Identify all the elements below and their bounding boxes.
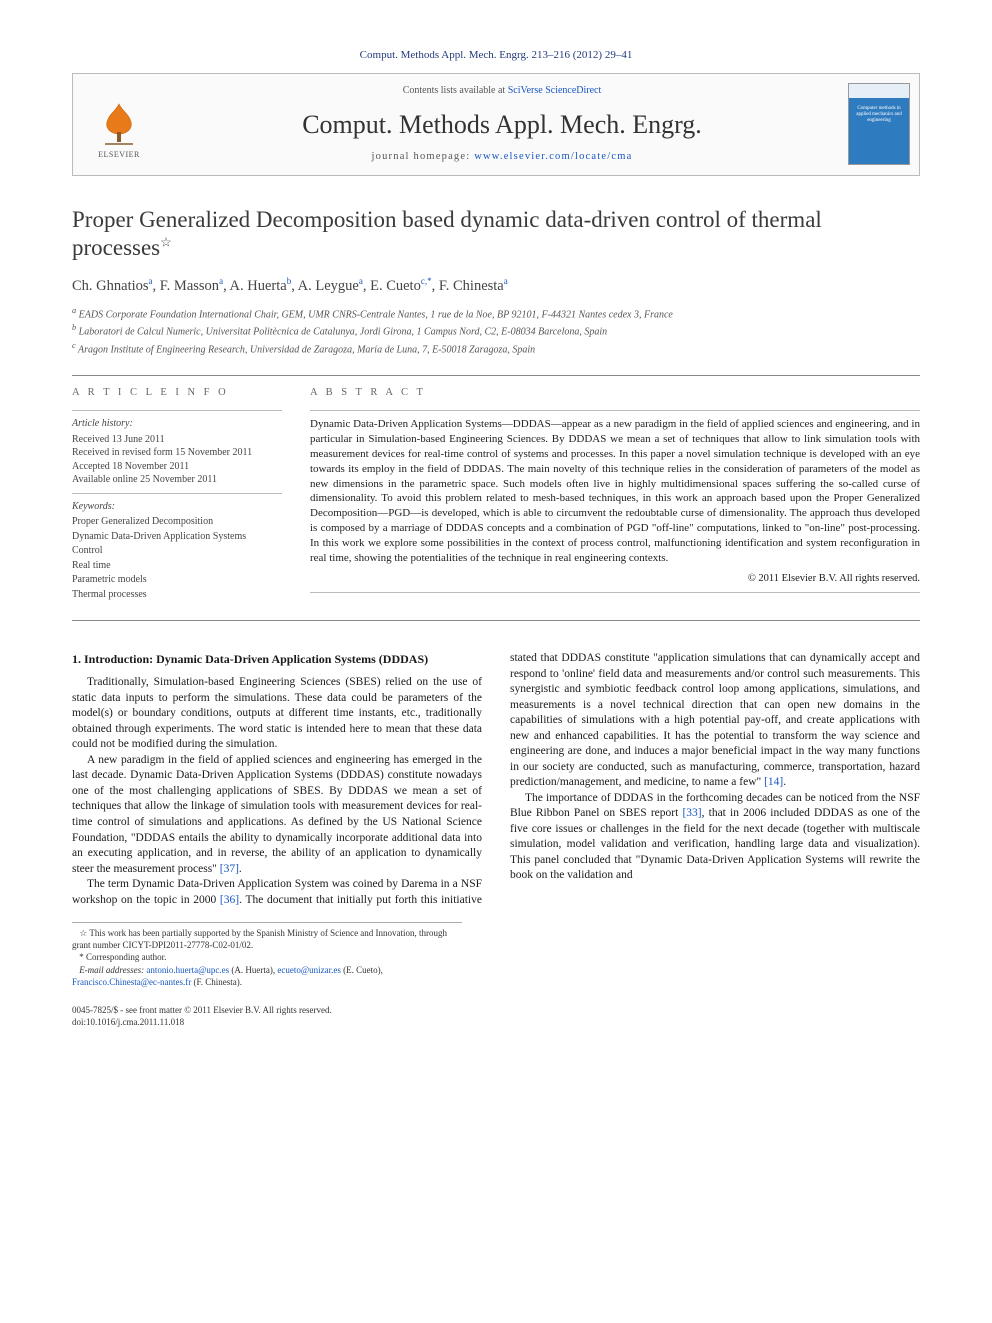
- abstract-copyright: © 2011 Elsevier B.V. All rights reserved…: [310, 572, 920, 586]
- paragraph: Traditionally, Simulation-based Engineer…: [72, 675, 482, 753]
- elsevier-tree-icon: [95, 100, 143, 148]
- keyword: Thermal processes: [72, 588, 282, 602]
- authors-line: Ch. Ghnatiosa, F. Massona, A. Huertab, A…: [72, 275, 920, 296]
- author-6-aff: a: [504, 276, 508, 286]
- journal-cover-cell: Computer methods in applied mechanics an…: [839, 74, 919, 175]
- author-4-aff: a: [359, 276, 363, 286]
- doi-line: doi:10.1016/j.cma.2011.11.018: [72, 1016, 920, 1028]
- journal-homepage-link[interactable]: www.elsevier.com/locate/cma: [474, 151, 632, 162]
- contents-available-line: Contents lists available at SciVerse Sci…: [403, 84, 602, 98]
- email-footnote: E-mail addresses: antonio.huerta@upc.es …: [72, 964, 462, 988]
- keywords-label: Keywords:: [72, 500, 282, 514]
- paragraph: A new paradigm in the field of applied s…: [72, 753, 482, 877]
- corresponding-marker: *: [427, 276, 432, 286]
- journal-cover-thumbnail: Computer methods in applied mechanics an…: [848, 83, 910, 165]
- affiliations: a EADS Corporate Foundation Internationa…: [72, 305, 920, 357]
- affiliation-b: b Laboratori de Calcul Numeric, Universi…: [72, 322, 920, 339]
- citation-link[interactable]: [37]: [220, 863, 239, 875]
- divider: [72, 375, 920, 376]
- keyword: Proper Generalized Decomposition: [72, 515, 282, 529]
- cover-text: Computer methods in applied mechanics an…: [853, 106, 905, 124]
- article-history: Article history: Received 13 June 2011 R…: [72, 417, 282, 487]
- citation-link[interactable]: [36]: [220, 894, 239, 906]
- funding-footnote: ☆ This work has been partially supported…: [72, 927, 462, 951]
- title-footnote-marker: ☆: [160, 235, 172, 250]
- elsevier-logo: ELSEVIER: [87, 87, 151, 161]
- history-label: Article history:: [72, 417, 282, 431]
- author-3: A. Huerta: [230, 278, 287, 294]
- keyword: Parametric models: [72, 573, 282, 587]
- author-6: F. Chinesta: [439, 278, 504, 294]
- author-4: A. Leygue: [298, 278, 359, 294]
- divider: [72, 620, 920, 621]
- paragraph: The importance of DDDAS in the forthcomi…: [510, 791, 920, 884]
- history-received: Received 13 June 2011: [72, 433, 282, 447]
- article-info-heading: A R T I C L E I N F O: [72, 386, 282, 400]
- front-matter-footer: 0045-7825/$ - see front matter © 2011 El…: [72, 1004, 920, 1028]
- keyword: Real time: [72, 559, 282, 573]
- email-link[interactable]: antonio.huerta@upc.es: [146, 965, 229, 975]
- journal-homepage-line: journal homepage: www.elsevier.com/locat…: [372, 150, 633, 164]
- journal-header: ELSEVIER Contents lists available at Sci…: [72, 73, 920, 176]
- contents-prefix: Contents lists available at: [403, 85, 508, 96]
- homepage-prefix: journal homepage:: [372, 151, 475, 162]
- keywords-block: Keywords: Proper Generalized Decompositi…: [72, 500, 282, 602]
- email-link[interactable]: Francisco.Chinesta@ec-nantes.fr: [72, 977, 191, 987]
- affiliation-c: c Aragon Institute of Engineering Resear…: [72, 340, 920, 357]
- paper-title: Proper Generalized Decomposition based d…: [72, 206, 920, 264]
- abstract-heading: A B S T R A C T: [310, 386, 920, 400]
- sciencedirect-link[interactable]: SciVerse ScienceDirect: [508, 85, 602, 96]
- citation-link[interactable]: [33]: [682, 807, 701, 819]
- affiliation-a: a EADS Corporate Foundation Internationa…: [72, 305, 920, 322]
- abstract-text: Dynamic Data-Driven Application Systems—…: [310, 417, 920, 565]
- thin-divider: [310, 592, 920, 593]
- paper-title-text: Proper Generalized Decomposition based d…: [72, 207, 822, 261]
- history-online: Available online 25 November 2011: [72, 473, 282, 487]
- author-1-aff: a: [149, 276, 153, 286]
- email-link[interactable]: ecueto@unizar.es: [277, 965, 341, 975]
- citation-link[interactable]: [14]: [764, 776, 783, 788]
- history-accepted: Accepted 18 November 2011: [72, 460, 282, 474]
- keyword: Dynamic Data-Driven Application Systems: [72, 530, 282, 544]
- author-1: Ch. Ghnatios: [72, 278, 149, 294]
- running-citation: Comput. Methods Appl. Mech. Engrg. 213–2…: [72, 48, 920, 63]
- section-1-heading: 1. Introduction: Dynamic Data-Driven App…: [72, 651, 482, 667]
- author-2-aff: a: [219, 276, 223, 286]
- author-5: E. Cueto: [370, 278, 421, 294]
- thin-divider: [72, 410, 282, 411]
- author-2: F. Masson: [160, 278, 219, 294]
- corresponding-footnote: * Corresponding author.: [72, 951, 462, 963]
- thin-divider: [72, 493, 282, 494]
- body-text: 1. Introduction: Dynamic Data-Driven App…: [72, 651, 920, 908]
- publisher-logo-cell: ELSEVIER: [73, 74, 165, 175]
- author-3-aff: b: [287, 276, 292, 286]
- front-matter-line: 0045-7825/$ - see front matter © 2011 El…: [72, 1004, 920, 1016]
- publisher-name: ELSEVIER: [98, 150, 140, 161]
- thin-divider: [310, 410, 920, 411]
- keyword: Control: [72, 544, 282, 558]
- history-revised: Received in revised form 15 November 201…: [72, 446, 282, 460]
- footnotes: ☆ This work has been partially supported…: [72, 922, 462, 988]
- journal-title: Comput. Methods Appl. Mech. Engrg.: [302, 107, 702, 142]
